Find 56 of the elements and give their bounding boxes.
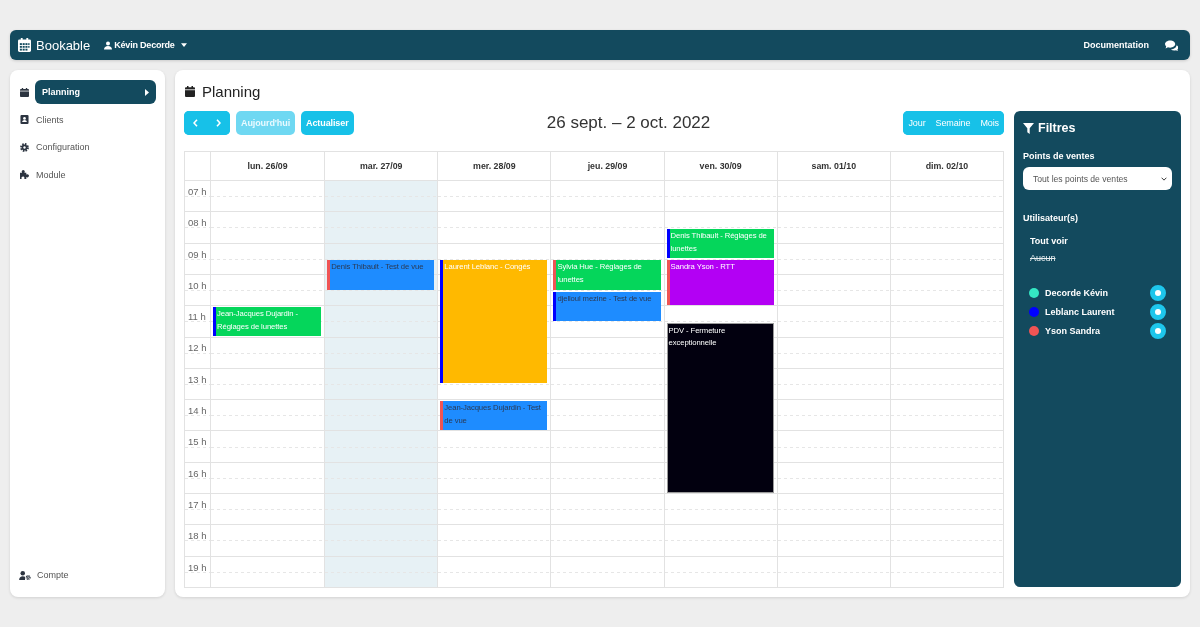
hour-label: 12 h bbox=[187, 341, 207, 354]
chevron-down-icon bbox=[1161, 176, 1167, 181]
filter-link[interactable]: Tout voir bbox=[1030, 236, 1068, 246]
page-title: Planning bbox=[202, 82, 261, 100]
field-label: Points de ventes bbox=[1023, 151, 1096, 161]
day-header: ven. 30/09 bbox=[663, 152, 777, 180]
hour-label: 08 h bbox=[187, 216, 207, 229]
app-title: Bookable bbox=[36, 37, 91, 53]
filter-icon bbox=[1023, 122, 1034, 134]
visibility-toggle[interactable] bbox=[1150, 304, 1166, 320]
sidebar-item[interactable]: Planning bbox=[35, 80, 156, 104]
day-header: mer. 28/09 bbox=[437, 152, 551, 180]
sales-point-select[interactable]: Tout les points de ventes bbox=[1023, 167, 1172, 190]
hour-label: 19 h bbox=[187, 560, 207, 573]
hour-label: 14 h bbox=[187, 404, 207, 417]
calendar-icon bbox=[185, 85, 195, 97]
user-settings-icon bbox=[19, 570, 31, 580]
visibility-toggle[interactable] bbox=[1150, 285, 1166, 301]
field-label: Utilisateur(s) bbox=[1023, 213, 1079, 223]
chat-icon[interactable] bbox=[1165, 39, 1178, 51]
user-name: Leblanc Laurent bbox=[1045, 307, 1116, 317]
day-header: sam. 01/10 bbox=[776, 152, 890, 180]
person-icon bbox=[104, 40, 113, 50]
hour-label: 18 h bbox=[187, 529, 207, 542]
caret-right-icon bbox=[145, 88, 149, 96]
sidebar-item[interactable]: Module bbox=[35, 162, 156, 187]
puzzle-icon bbox=[20, 170, 29, 180]
date-range-title: 26 sept. – 2 oct. 2022 bbox=[546, 113, 711, 133]
chevron-left-icon bbox=[193, 119, 198, 127]
user-name: Decorde Kévin bbox=[1045, 288, 1110, 298]
day-header: lun. 26/09 bbox=[246, 160, 289, 173]
visibility-toggle[interactable] bbox=[1150, 323, 1166, 339]
sidebar-item[interactable]: Clients bbox=[35, 107, 156, 132]
hour-label: 09 h bbox=[187, 247, 207, 260]
contact-card-icon bbox=[20, 115, 29, 125]
user-menu[interactable]: Kévin Decorde bbox=[104, 40, 187, 50]
hour-label: 17 h bbox=[187, 497, 207, 510]
chevron-right-icon bbox=[216, 119, 221, 127]
hour-label: 11 h bbox=[187, 310, 206, 323]
caret-down-icon bbox=[180, 43, 187, 47]
hour-label: 10 h bbox=[187, 278, 207, 291]
calendar-icon bbox=[20, 87, 29, 97]
documentation-link[interactable]: Documentation bbox=[1083, 40, 1149, 50]
sidebar-item[interactable]: Configuration bbox=[35, 135, 156, 160]
day-header: dim. 02/10 bbox=[889, 152, 1003, 180]
hour-label: 13 h bbox=[187, 372, 207, 385]
user-name: Yson Sandra bbox=[1045, 326, 1101, 336]
calendar-icon bbox=[18, 38, 31, 52]
hour-label: 16 h bbox=[187, 466, 207, 479]
filters-title: Filtres bbox=[1038, 121, 1076, 135]
day-header: mar. 27/09 bbox=[324, 152, 438, 180]
sidebar-item[interactable]: Compte bbox=[37, 563, 156, 587]
day-header: jeu. 29/09 bbox=[550, 152, 664, 180]
settings-icon bbox=[20, 142, 29, 152]
hour-label: 15 h bbox=[187, 435, 207, 448]
hour-label: 07 h bbox=[187, 185, 207, 197]
